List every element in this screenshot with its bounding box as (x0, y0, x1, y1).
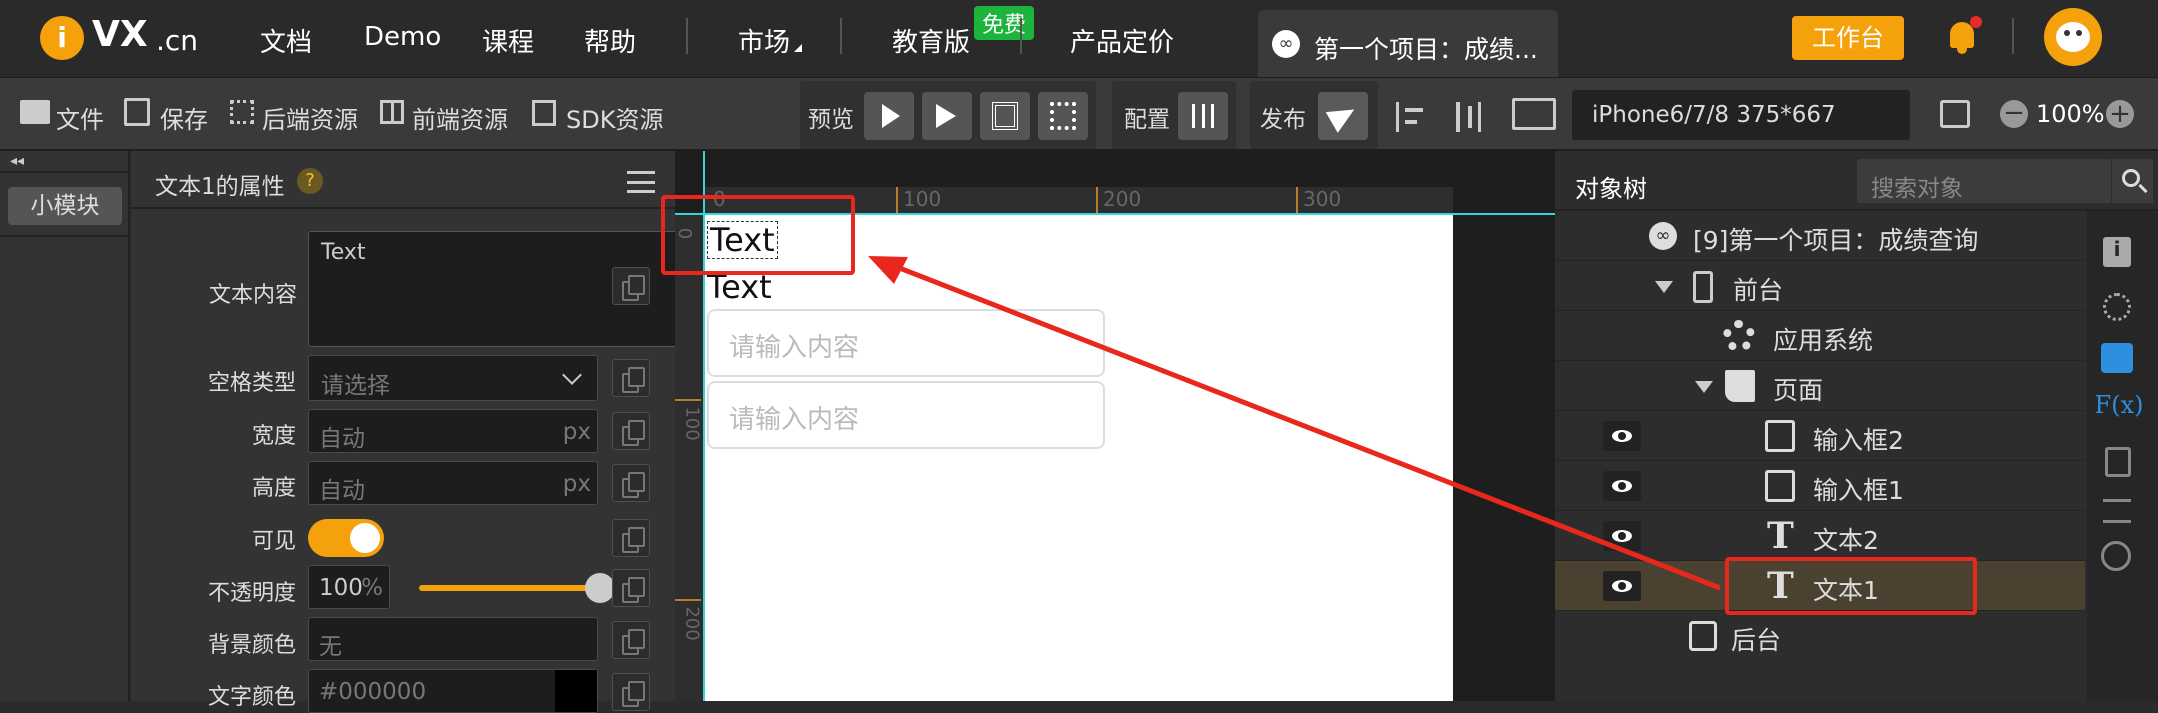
annotation-arrow (868, 256, 1721, 591)
